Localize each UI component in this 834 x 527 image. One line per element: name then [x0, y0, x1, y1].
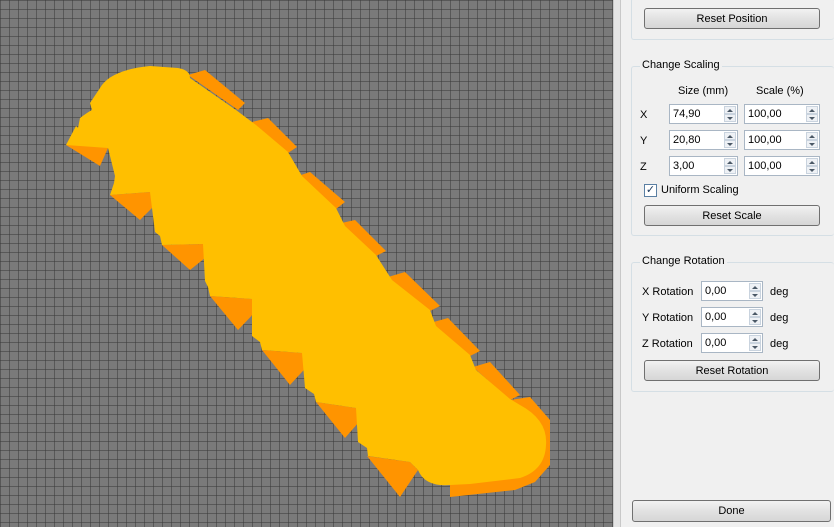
- size-x-spinbox[interactable]: [669, 104, 738, 124]
- scaling-group: Change Scaling Size (mm) Scale (%) X Y Z: [631, 59, 834, 236]
- spin-down-icon[interactable]: [724, 114, 736, 122]
- 3d-viewport[interactable]: [0, 0, 613, 527]
- scale-x-spinbox[interactable]: [744, 104, 820, 124]
- spin-up-icon[interactable]: [724, 106, 736, 114]
- done-area: Done: [621, 497, 834, 527]
- y-rotation-input[interactable]: [702, 308, 748, 326]
- spin-down-icon[interactable]: [806, 114, 818, 122]
- scale-z-input[interactable]: [745, 157, 805, 175]
- spin-down-icon[interactable]: [724, 166, 736, 174]
- x-rotation-unit: deg: [770, 286, 789, 298]
- spin-down-icon[interactable]: [749, 317, 761, 325]
- spin-up-icon[interactable]: [806, 132, 818, 140]
- scale-x-input[interactable]: [745, 105, 805, 123]
- size-z-input[interactable]: [670, 157, 723, 175]
- z-rotation-unit: deg: [770, 338, 789, 350]
- x-rotation-input[interactable]: [702, 282, 748, 300]
- position-group: Reset Position: [631, 0, 834, 40]
- x-rotation-spinbox[interactable]: [701, 281, 763, 301]
- size-y-spinbox[interactable]: [669, 130, 738, 150]
- spin-up-icon[interactable]: [806, 158, 818, 166]
- y-rotation-spinbox[interactable]: [701, 307, 763, 327]
- transform-panel: Reset Position Change Scaling Size (mm) …: [621, 0, 834, 527]
- spin-up-icon[interactable]: [749, 335, 761, 343]
- size-x-input[interactable]: [670, 105, 723, 123]
- spin-down-icon[interactable]: [806, 140, 818, 148]
- spin-down-icon[interactable]: [749, 291, 761, 299]
- reset-position-button[interactable]: Reset Position: [644, 8, 820, 29]
- scale-y-input[interactable]: [745, 131, 805, 149]
- scale-y-spinbox[interactable]: [744, 130, 820, 150]
- spin-down-icon[interactable]: [806, 166, 818, 174]
- rotation-group: Change Rotation X Rotation deg Y Rotatio…: [631, 255, 834, 392]
- spin-up-icon[interactable]: [806, 106, 818, 114]
- reset-scale-button[interactable]: Reset Scale: [644, 205, 820, 226]
- z-rotation-input[interactable]: [702, 334, 748, 352]
- model-top-face: [66, 66, 547, 486]
- vertical-scrollbar[interactable]: [613, 0, 621, 527]
- rotation-group-title: Change Rotation: [640, 255, 727, 267]
- spin-up-icon[interactable]: [749, 283, 761, 291]
- spin-up-icon[interactable]: [724, 158, 736, 166]
- spin-up-icon[interactable]: [749, 309, 761, 317]
- x-rotation-label: X Rotation: [642, 286, 694, 298]
- model-render[interactable]: [0, 0, 613, 527]
- axis-label-x: X: [640, 109, 648, 121]
- axis-label-y: Y: [640, 135, 648, 147]
- uniform-scaling-checkbox[interactable]: ✓: [644, 184, 657, 197]
- reset-rotation-button[interactable]: Reset Rotation: [644, 360, 820, 381]
- size-z-spinbox[interactable]: [669, 156, 738, 176]
- spin-down-icon[interactable]: [724, 140, 736, 148]
- spin-down-icon[interactable]: [749, 343, 761, 351]
- y-rotation-unit: deg: [770, 312, 789, 324]
- y-rotation-label: Y Rotation: [642, 312, 694, 324]
- axis-label-z: Z: [640, 161, 647, 173]
- check-icon: ✓: [645, 184, 656, 196]
- uniform-scaling-label[interactable]: Uniform Scaling: [661, 184, 739, 196]
- spin-up-icon[interactable]: [724, 132, 736, 140]
- z-rotation-label: Z Rotation: [642, 338, 693, 350]
- scale-z-spinbox[interactable]: [744, 156, 820, 176]
- scaling-group-title: Change Scaling: [640, 59, 722, 71]
- size-column-header: Size (mm): [678, 85, 729, 97]
- z-rotation-spinbox[interactable]: [701, 333, 763, 353]
- size-y-input[interactable]: [670, 131, 723, 149]
- scale-column-header: Scale (%): [756, 85, 804, 97]
- done-button[interactable]: Done: [632, 500, 831, 522]
